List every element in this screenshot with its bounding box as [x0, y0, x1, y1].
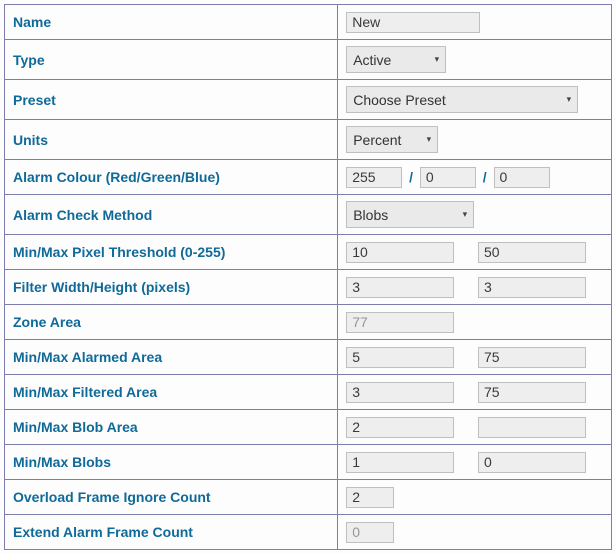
alarm-colour-red[interactable]: [346, 167, 402, 188]
pixel-threshold-max[interactable]: [478, 242, 586, 263]
label-alarm-colour: Alarm Colour (Red/Green/Blue): [5, 160, 338, 195]
slash-sep: /: [406, 169, 416, 185]
zone-config-table: Name Type Active Preset Choose Preset Un…: [4, 4, 612, 550]
label-name: Name: [5, 5, 338, 40]
filter-width[interactable]: [346, 277, 454, 298]
alarm-method-select[interactable]: Blobs: [346, 201, 474, 228]
blobs-min[interactable]: [346, 452, 454, 473]
label-preset: Preset: [5, 80, 338, 120]
units-select[interactable]: Percent: [346, 126, 438, 153]
alarmed-area-max[interactable]: [478, 347, 586, 368]
label-units: Units: [5, 120, 338, 160]
blob-area-max[interactable]: [478, 417, 586, 438]
type-select[interactable]: Active: [346, 46, 446, 73]
label-blob-area: Min/Max Blob Area: [5, 410, 338, 445]
zone-area-field: [346, 312, 454, 333]
label-filtered-area: Min/Max Filtered Area: [5, 375, 338, 410]
extend-input: [346, 522, 394, 543]
label-type: Type: [5, 40, 338, 80]
label-alarm-method: Alarm Check Method: [5, 195, 338, 235]
label-zone-area: Zone Area: [5, 305, 338, 340]
slash-sep: /: [480, 169, 490, 185]
blobs-max[interactable]: [478, 452, 586, 473]
alarm-colour-blue[interactable]: [494, 167, 550, 188]
alarm-colour-green[interactable]: [420, 167, 476, 188]
name-input[interactable]: [346, 12, 480, 33]
label-extend: Extend Alarm Frame Count: [5, 515, 338, 550]
label-blobs: Min/Max Blobs: [5, 445, 338, 480]
label-pixel-threshold: Min/Max Pixel Threshold (0-255): [5, 235, 338, 270]
label-alarmed-area: Min/Max Alarmed Area: [5, 340, 338, 375]
pixel-threshold-min[interactable]: [346, 242, 454, 263]
filtered-area-min[interactable]: [346, 382, 454, 403]
label-filter-wh: Filter Width/Height (pixels): [5, 270, 338, 305]
filtered-area-max[interactable]: [478, 382, 586, 403]
preset-select[interactable]: Choose Preset: [346, 86, 578, 113]
alarmed-area-min[interactable]: [346, 347, 454, 368]
blob-area-min[interactable]: [346, 417, 454, 438]
overload-input[interactable]: [346, 487, 394, 508]
filter-height[interactable]: [478, 277, 586, 298]
label-overload: Overload Frame Ignore Count: [5, 480, 338, 515]
